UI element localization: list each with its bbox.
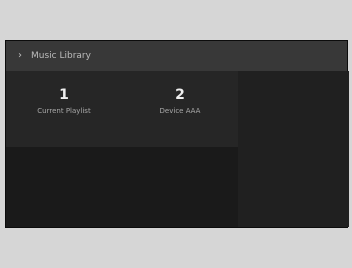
right-pane	[238, 71, 349, 227]
tile-number: 2	[175, 87, 185, 103]
chevron-right-icon[interactable]: ›	[18, 51, 22, 61]
tile-label: Device AAA	[159, 107, 201, 115]
infotainment-screen: › Music Library 1 Current Playlist 2 Dev…	[5, 40, 349, 228]
screen-header[interactable]: › Music Library	[6, 41, 347, 71]
source-tile-current-playlist[interactable]: 1 Current Playlist	[6, 71, 122, 147]
tile-number: 1	[59, 87, 69, 103]
header-title: Music Library	[31, 51, 91, 61]
tile-label: Current Playlist	[37, 107, 91, 115]
source-tile-device-aaa[interactable]: 2 Device AAA	[122, 71, 238, 147]
source-tiles: 1 Current Playlist 2 Device AAA	[6, 71, 238, 147]
